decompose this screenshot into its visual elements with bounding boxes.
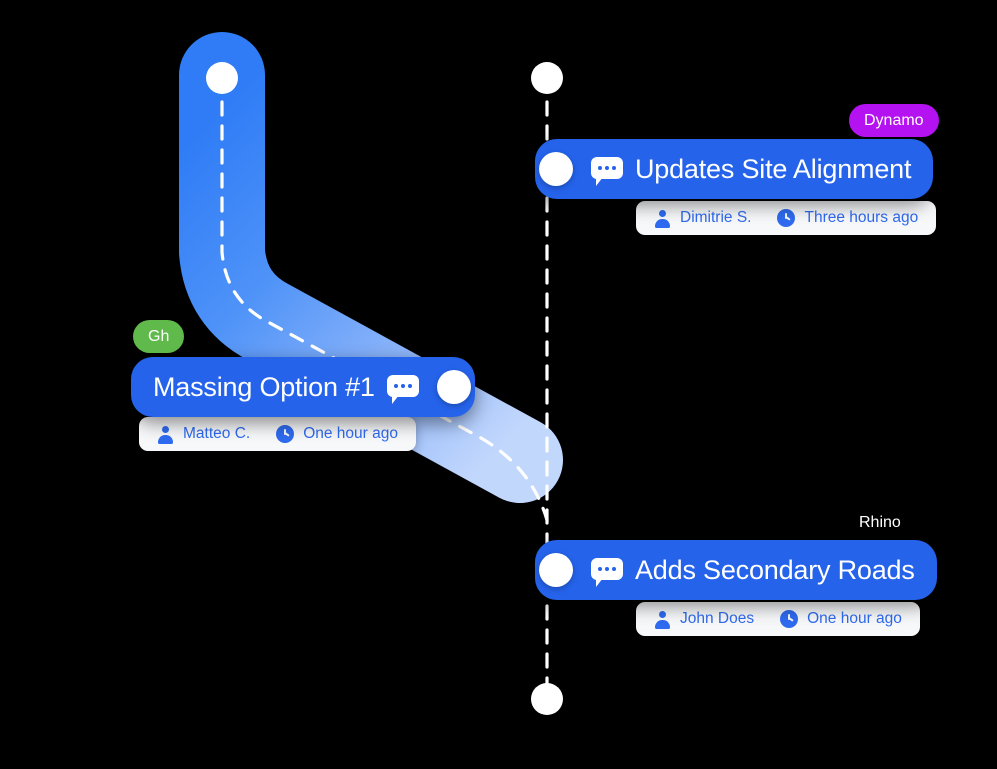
- badge-dynamo-label: Dynamo: [864, 111, 924, 129]
- commit-time: One hour ago: [303, 425, 398, 443]
- commit-meta-updates-site-alignment: Dimitrie S. Three hours ago: [636, 201, 937, 235]
- chat-icon: [591, 156, 623, 186]
- commit-title: Adds Secondary Roads: [635, 554, 915, 585]
- commit-author: John Does: [680, 610, 755, 628]
- chat-icon: [591, 557, 623, 587]
- node-main-branch-tail[interactable]: [531, 683, 563, 715]
- commit-time: Three hours ago: [804, 209, 919, 227]
- commit-title: Updates Site Alignment: [635, 153, 912, 184]
- commit-author: Dimitrie S.: [680, 209, 752, 227]
- badge-gh[interactable]: Gh: [133, 320, 185, 353]
- commit-author: Matteo C.: [183, 425, 251, 443]
- chat-icon: [386, 374, 419, 404]
- commit-updates-site-alignment[interactable]: Updates Site Alignment: [535, 139, 934, 199]
- commit-card[interactable]: Updates Site Alignment: [535, 139, 934, 199]
- clock-icon: [777, 209, 796, 227]
- left-branch-dashed-line: [220, 76, 549, 522]
- commit-card[interactable]: Adds Secondary Roads: [535, 540, 937, 600]
- commit-adds-secondary-roads[interactable]: Adds Secondary Roads: [535, 540, 937, 600]
- commit-node-dot[interactable]: [539, 553, 573, 587]
- commit-massing-option-1[interactable]: Massing Option #1: [131, 357, 475, 417]
- commit-node-dot[interactable]: [539, 152, 573, 186]
- commit-meta-adds-secondary-roads: John Does One hour ago: [636, 602, 920, 636]
- person-icon: [654, 610, 671, 629]
- badge-gh-label: Gh: [148, 327, 170, 345]
- clock-icon: [780, 610, 799, 628]
- commit-node-dot[interactable]: [436, 370, 471, 404]
- clock-icon: [276, 425, 295, 443]
- node-main-branch-head[interactable]: [531, 62, 563, 94]
- person-icon: [157, 425, 174, 444]
- person-icon: [654, 209, 671, 228]
- activity-graph-canvas: Dynamo Updates Site Alignment Dimitrie S…: [0, 0, 997, 769]
- node-left-branch-head[interactable]: [206, 62, 238, 94]
- commit-time: One hour ago: [807, 610, 902, 628]
- commit-meta-massing-option-1: Matteo C. One hour ago: [139, 417, 416, 451]
- commit-card[interactable]: Massing Option #1: [131, 357, 475, 417]
- badge-rhino-label: Rhino: [859, 513, 901, 531]
- badge-rhino[interactable]: Rhino: [859, 506, 901, 539]
- commit-title: Massing Option #1: [153, 371, 375, 402]
- badge-dynamo[interactable]: Dynamo: [849, 104, 939, 137]
